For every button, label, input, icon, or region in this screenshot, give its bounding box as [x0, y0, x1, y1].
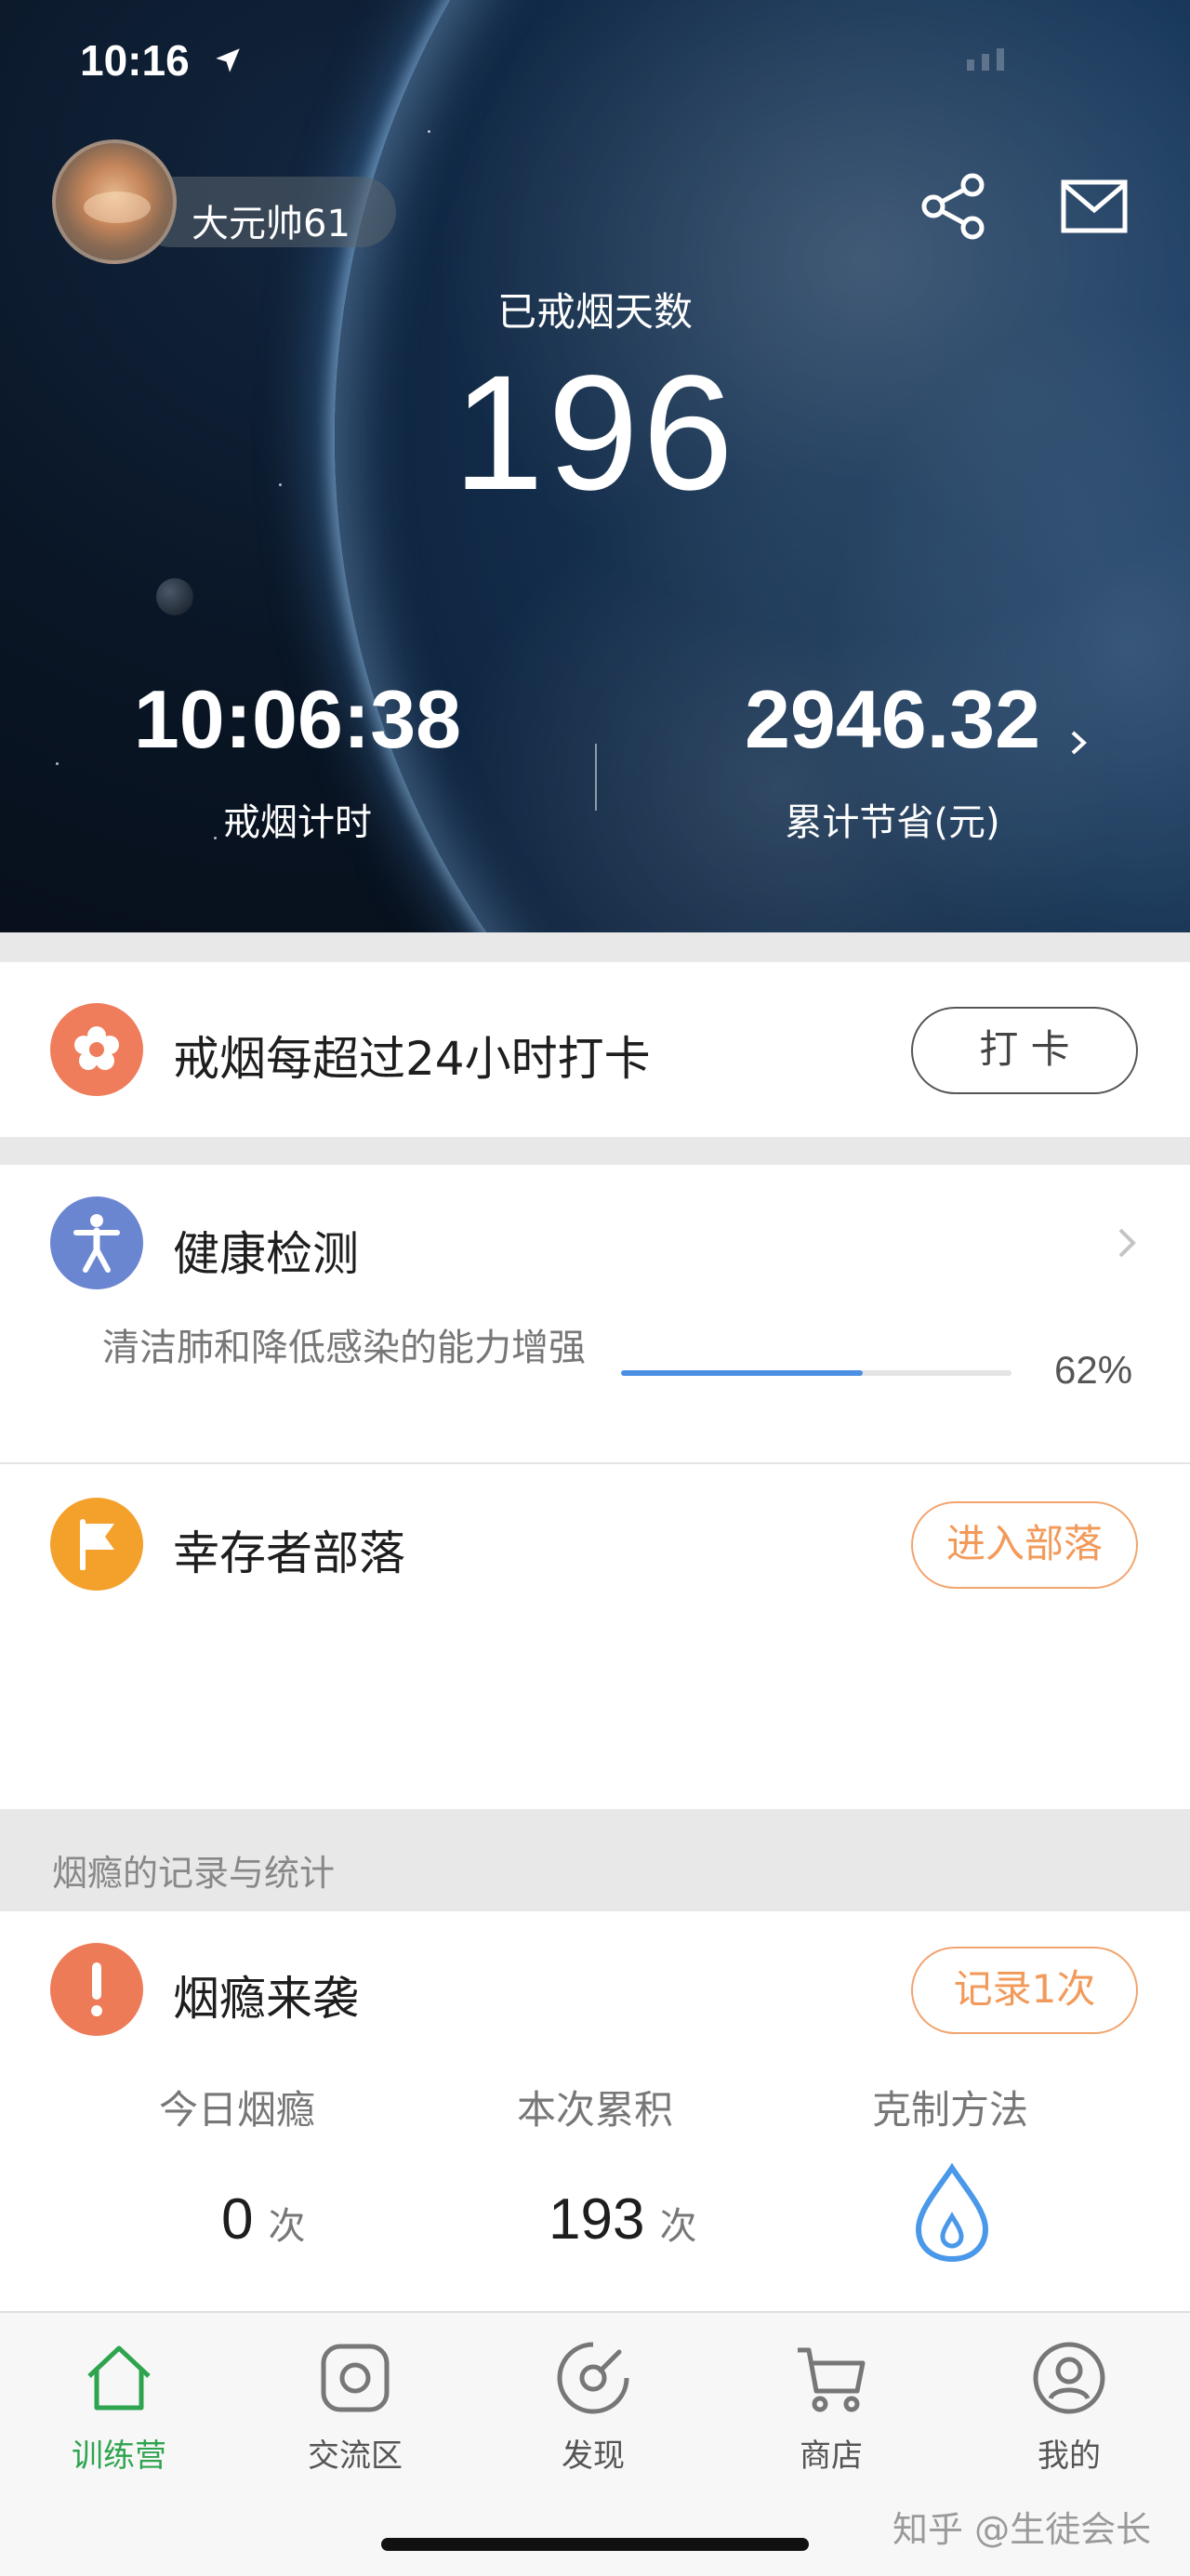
- record-craving-button[interactable]: 记录1次: [911, 1947, 1138, 2034]
- section-gap: [0, 1137, 1190, 1165]
- cart-icon: [798, 2347, 866, 2412]
- section-gap: [0, 932, 1190, 962]
- enter-tribe-button[interactable]: 进入部落: [911, 1501, 1138, 1589]
- username: 大元帅61: [192, 203, 350, 245]
- quit-days-value: 196: [453, 342, 737, 524]
- timer-value: 10:06:38: [133, 673, 462, 765]
- health-progress-text: 62%: [1054, 1348, 1133, 1392]
- health-progress-fill: [621, 1370, 864, 1376]
- tab-label: 商店: [800, 2437, 863, 2475]
- savings-stat[interactable]: 2946.32 累计节省(元): [632, 679, 1153, 846]
- exclamation-icon: [50, 1943, 143, 2036]
- user-profile-pill[interactable]: 大元帅61: [52, 139, 398, 264]
- status-time: 10:16: [80, 36, 190, 85]
- tribe-title: 幸存者部落: [173, 1526, 405, 1580]
- compass-icon: [557, 2342, 629, 2414]
- chevron-right-icon[interactable]: [1069, 727, 1090, 759]
- home-indicator[interactable]: [381, 2538, 809, 2551]
- tab-label: 发现: [562, 2437, 625, 2475]
- health-progress-bar: [621, 1370, 1012, 1376]
- water-drop-icon[interactable]: [909, 2162, 995, 2265]
- flag-icon: [50, 1498, 143, 1591]
- cumulative-craving-unit: 次: [659, 2205, 697, 2248]
- chat-square-icon: [321, 2344, 390, 2412]
- quit-days-label: 已戒烟天数: [496, 289, 693, 335]
- tab-mine[interactable]: 我的: [976, 2339, 1162, 2476]
- watermark: 知乎 @生徒会长: [892, 2509, 1152, 2550]
- checkin-row: 戒烟每超过24小时打卡 打 卡: [0, 962, 1190, 1137]
- avatar[interactable]: [52, 139, 177, 264]
- status-indicators: [967, 48, 1134, 76]
- tribe-row: 幸存者部落 进入部落: [0, 1466, 1190, 1809]
- tab-label: 交流区: [308, 2437, 403, 2475]
- method-label: 克制方法: [871, 2087, 1028, 2133]
- craving-title: 烟瘾来袭: [173, 1972, 359, 2026]
- timer-label: 戒烟计时: [223, 801, 372, 844]
- today-craving-unit: 次: [268, 2205, 306, 2248]
- today-craving-count: 0次: [221, 2186, 305, 2252]
- hero-banner: 10:16 大元帅61 已戒烟天数 196 10:06:38 戒烟计时 2946…: [0, 0, 1190, 932]
- cumulative-craving-count: 193 次: [549, 2186, 696, 2252]
- today-craving-value: 0: [221, 2187, 254, 2252]
- share-icon[interactable]: [919, 172, 987, 241]
- cumulative-craving-value: 193: [549, 2187, 645, 2252]
- user-circle-icon: [1033, 2342, 1105, 2414]
- health-description: 清洁肺和降低感染的能力增强: [102, 1327, 586, 1369]
- moon-decoration: [156, 578, 193, 615]
- tab-training-camp[interactable]: 训练营: [26, 2339, 212, 2476]
- cumulative-craving-label: 本次累积: [516, 2087, 673, 2133]
- star: [428, 130, 430, 133]
- savings-label: 累计节省(元): [785, 801, 1000, 844]
- house-icon: [87, 2345, 151, 2411]
- stats-divider: [595, 744, 597, 811]
- today-craving-label: 今日烟瘾: [158, 2087, 315, 2133]
- flower-icon: [50, 1003, 143, 1096]
- tab-store[interactable]: 商店: [738, 2339, 924, 2476]
- person-icon: [50, 1196, 143, 1289]
- chevron-right-icon[interactable]: [1116, 1224, 1138, 1262]
- health-check-row[interactable]: 健康检测: [0, 1165, 1190, 1464]
- status-bar: 10:16: [0, 0, 1190, 121]
- tab-discover[interactable]: 发现: [500, 2339, 686, 2476]
- stats-section-header: 烟瘾的记录与统计: [0, 1809, 1190, 1911]
- tab-community[interactable]: 交流区: [262, 2339, 448, 2476]
- quit-timer: 10:06:38 戒烟计时: [37, 679, 558, 846]
- stats-section-title: 烟瘾的记录与统计: [52, 1853, 336, 1894]
- checkin-button[interactable]: 打 卡: [911, 1007, 1138, 1094]
- tab-label: 训练营: [72, 2437, 166, 2475]
- tab-label: 我的: [1038, 2437, 1101, 2475]
- bottom-tab-bar: 训练营 交流区 发现 商店 我的 知乎 @生徒会长: [0, 2311, 1190, 2576]
- health-title: 健康检测: [173, 1227, 359, 1281]
- location-arrow-icon: [216, 48, 240, 73]
- checkin-title: 戒烟每超过24小时打卡: [173, 1032, 651, 1086]
- mail-icon[interactable]: [1060, 177, 1129, 236]
